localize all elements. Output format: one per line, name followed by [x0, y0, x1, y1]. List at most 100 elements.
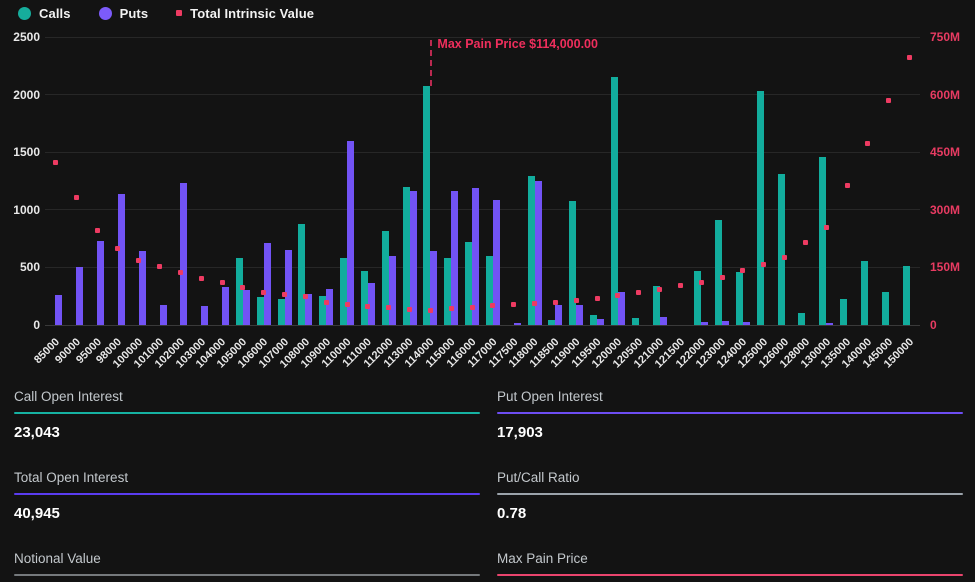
put-bar[interactable] — [743, 322, 750, 325]
call-bar[interactable] — [819, 157, 826, 325]
stat-value: 0.78 — [497, 505, 963, 522]
intrinsic-dot[interactable] — [574, 298, 579, 303]
put-bar[interactable] — [326, 289, 333, 325]
intrinsic-dot[interactable] — [845, 183, 850, 188]
call-bar[interactable] — [486, 256, 493, 325]
intrinsic-dot[interactable] — [803, 240, 808, 245]
call-bar[interactable] — [444, 258, 451, 325]
intrinsic-dot[interactable] — [136, 258, 141, 263]
intrinsic-dot[interactable] — [115, 246, 120, 251]
call-bar[interactable] — [278, 299, 285, 325]
put-bar[interactable] — [701, 322, 708, 325]
call-bar[interactable] — [382, 231, 389, 325]
put-bar[interactable] — [410, 191, 417, 325]
intrinsic-dot[interactable] — [595, 296, 600, 301]
put-bar[interactable] — [660, 317, 667, 325]
intrinsic-dot[interactable] — [678, 283, 683, 288]
intrinsic-dot[interactable] — [907, 55, 912, 60]
intrinsic-dot[interactable] — [261, 290, 266, 295]
intrinsic-dot[interactable] — [303, 294, 308, 299]
put-bar[interactable] — [722, 321, 729, 325]
put-bar[interactable] — [55, 295, 62, 325]
call-bar[interactable] — [632, 318, 639, 325]
put-bar[interactable] — [555, 305, 562, 325]
intrinsic-dot[interactable] — [157, 264, 162, 269]
put-bar[interactable] — [514, 323, 521, 325]
intrinsic-dot[interactable] — [720, 275, 725, 280]
put-bar[interactable] — [430, 251, 437, 325]
y-axis-left-tick: 1000 — [0, 203, 40, 217]
intrinsic-dot[interactable] — [511, 302, 516, 307]
call-bar[interactable] — [590, 315, 597, 325]
put-bar[interactable] — [97, 241, 104, 325]
call-bar[interactable] — [611, 77, 618, 325]
max-pain-annotation: Max Pain Price $114,000.00 — [437, 37, 598, 51]
call-bar[interactable] — [715, 220, 722, 325]
options-chart: 8500090000950009800010000010100010200010… — [0, 0, 975, 380]
call-bar[interactable] — [840, 299, 847, 325]
intrinsic-dot[interactable] — [532, 301, 537, 306]
intrinsic-dot[interactable] — [53, 160, 58, 165]
call-bar[interactable] — [465, 242, 472, 325]
intrinsic-dot[interactable] — [615, 293, 620, 298]
call-bar[interactable] — [736, 272, 743, 325]
intrinsic-dot[interactable] — [324, 300, 329, 305]
call-bar[interactable] — [798, 313, 805, 325]
put-bar[interactable] — [201, 306, 208, 325]
put-bar[interactable] — [347, 141, 354, 325]
put-bar[interactable] — [243, 290, 250, 325]
call-bar[interactable] — [757, 91, 764, 325]
call-bar[interactable] — [548, 320, 555, 325]
put-bar[interactable] — [451, 191, 458, 325]
intrinsic-dot[interactable] — [470, 305, 475, 310]
intrinsic-dot[interactable] — [636, 290, 641, 295]
intrinsic-dot[interactable] — [178, 270, 183, 275]
call-bar[interactable] — [298, 224, 305, 325]
put-bar[interactable] — [264, 243, 271, 325]
call-bar[interactable] — [340, 258, 347, 325]
put-bar[interactable] — [180, 183, 187, 325]
intrinsic-dot[interactable] — [657, 287, 662, 292]
intrinsic-dot[interactable] — [886, 98, 891, 103]
intrinsic-dot[interactable] — [74, 195, 79, 200]
put-bar[interactable] — [389, 256, 396, 325]
intrinsic-dot[interactable] — [699, 280, 704, 285]
intrinsic-dot[interactable] — [490, 303, 495, 308]
call-bar[interactable] — [236, 258, 243, 325]
put-bar[interactable] — [285, 250, 292, 325]
call-bar[interactable] — [257, 297, 264, 325]
intrinsic-dot[interactable] — [220, 280, 225, 285]
intrinsic-dot[interactable] — [240, 285, 245, 290]
put-bar[interactable] — [826, 323, 833, 325]
intrinsic-dot[interactable] — [407, 307, 412, 312]
call-bar[interactable] — [778, 174, 785, 325]
put-bar[interactable] — [118, 194, 125, 325]
intrinsic-dot[interactable] — [782, 255, 787, 260]
put-bar[interactable] — [576, 305, 583, 325]
call-bar[interactable] — [569, 201, 576, 325]
intrinsic-dot[interactable] — [282, 292, 287, 297]
intrinsic-dot[interactable] — [740, 268, 745, 273]
intrinsic-dot[interactable] — [428, 308, 433, 313]
intrinsic-dot[interactable] — [386, 305, 391, 310]
intrinsic-dot[interactable] — [865, 141, 870, 146]
call-bar[interactable] — [403, 187, 410, 325]
intrinsic-dot[interactable] — [95, 228, 100, 233]
intrinsic-dot[interactable] — [553, 300, 558, 305]
call-bar[interactable] — [903, 266, 910, 325]
intrinsic-dot[interactable] — [199, 276, 204, 281]
intrinsic-dot[interactable] — [824, 225, 829, 230]
put-bar[interactable] — [76, 267, 83, 325]
call-bar[interactable] — [361, 271, 368, 325]
stat-divider — [497, 412, 963, 414]
call-bar[interactable] — [861, 261, 868, 326]
intrinsic-dot[interactable] — [449, 306, 454, 311]
put-bar[interactable] — [222, 287, 229, 325]
call-bar[interactable] — [423, 86, 430, 325]
intrinsic-dot[interactable] — [761, 262, 766, 267]
intrinsic-dot[interactable] — [345, 302, 350, 307]
put-bar[interactable] — [160, 305, 167, 325]
call-bar[interactable] — [882, 292, 889, 325]
put-bar[interactable] — [597, 319, 604, 325]
intrinsic-dot[interactable] — [365, 304, 370, 309]
